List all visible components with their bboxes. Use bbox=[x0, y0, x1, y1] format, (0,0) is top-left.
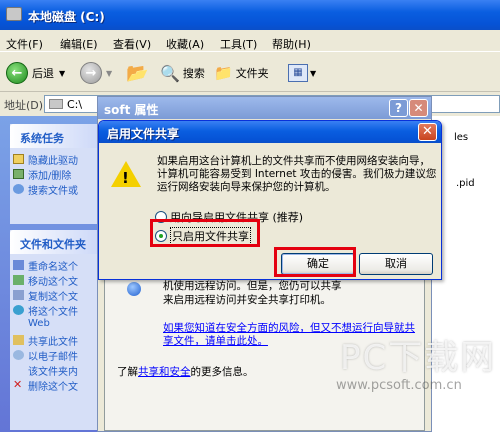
move-icon bbox=[13, 275, 24, 285]
task-label: 复制这个文 bbox=[28, 292, 78, 303]
task-label: 隐藏此驱动 bbox=[28, 156, 78, 167]
dialog-message: 如果启用这台计算机上的文件共享而不使用网络安装向导，计算机可能容易受到 Inte… bbox=[157, 155, 437, 193]
system-tasks-panel: 系统任务 隐藏此驱动 添加/删除 搜索文件或 bbox=[10, 124, 110, 224]
back-arrow-icon: ← bbox=[6, 62, 28, 84]
menu-help[interactable]: 帮助(H) bbox=[272, 36, 311, 52]
file-name-fragment[interactable]: .pid bbox=[456, 178, 475, 189]
file-tasks-panel: 文件和文件夹 重命名这个 移动这个文 复制这个文 将这个文件 Web 共享此文件… bbox=[10, 230, 110, 430]
watermark-brand: PC下载网 bbox=[340, 338, 497, 378]
menu-view[interactable]: 查看(V) bbox=[113, 36, 151, 52]
drive-icon bbox=[49, 99, 63, 109]
task-add-remove[interactable]: 添加/删除 bbox=[10, 167, 110, 182]
dialog-title: 启用文件共享 bbox=[107, 127, 180, 141]
copy-icon bbox=[13, 290, 24, 300]
task-hide-drive[interactable]: 隐藏此驱动 bbox=[10, 152, 110, 167]
task-label: 添加/删除 bbox=[28, 171, 72, 182]
back-label: 后退 bbox=[32, 67, 54, 80]
toolbar: ← 后退 ▼ → ▼ 📂 🔍 搜索 📁 文件夹 ▦ ▼ bbox=[0, 54, 500, 92]
file-tasks-header[interactable]: 文件和文件夹 bbox=[10, 230, 110, 254]
close-button[interactable]: ✕ bbox=[409, 99, 428, 117]
explorer-title-bar[interactable]: 本地磁盘 (C:) bbox=[0, 0, 500, 30]
task-publish-web[interactable]: 将这个文件 bbox=[10, 303, 110, 318]
watermark-url: www.pcsoft.com.cn bbox=[336, 378, 462, 393]
search-icon: 🔍 bbox=[160, 63, 180, 83]
menu-bar: 文件(F) 编辑(E) 查看(V) 收藏(A) 工具(T) 帮助(H) bbox=[0, 32, 500, 52]
menu-file[interactable]: 文件(F) bbox=[6, 36, 43, 52]
task-label: 以电子邮件 bbox=[28, 352, 78, 363]
folders-button[interactable]: 📁 文件夹 bbox=[214, 60, 269, 86]
help-button[interactable]: ? bbox=[389, 99, 408, 117]
globe-icon bbox=[13, 305, 24, 315]
rename-icon bbox=[13, 260, 24, 270]
hide-icon bbox=[13, 154, 24, 164]
file-name-fragment[interactable]: les bbox=[454, 132, 468, 143]
back-button[interactable]: ← 后退 ▼ bbox=[6, 60, 65, 86]
task-delete[interactable]: ✕ 删除这个文 bbox=[10, 378, 110, 393]
properties-title: soft 属性 bbox=[104, 103, 159, 117]
folders-icon: 📁 bbox=[214, 64, 233, 82]
back-dropdown-icon: ▼ bbox=[59, 68, 66, 78]
forward-dropdown-icon: ▼ bbox=[106, 68, 113, 78]
task-label: 重命名这个 bbox=[28, 262, 78, 273]
network-icon bbox=[127, 282, 141, 296]
task-rename[interactable]: 重命名这个 bbox=[10, 258, 110, 273]
drive-icon bbox=[6, 7, 22, 21]
menu-favorites[interactable]: 收藏(A) bbox=[166, 36, 204, 52]
enable-file-sharing-dialog: 启用文件共享 ✕ ! 如果启用这台计算机上的文件共享而不使用网络安装向导，计算机… bbox=[98, 120, 442, 280]
folders-label: 文件夹 bbox=[235, 67, 269, 80]
learn-more-suffix: 的更多信息。 bbox=[190, 366, 254, 378]
task-label: 共享此文件 bbox=[28, 337, 78, 348]
email-icon bbox=[13, 350, 24, 360]
task-email[interactable]: 以电子邮件 bbox=[10, 348, 110, 363]
task-label: 该文件夹内 bbox=[28, 367, 78, 378]
views-icon: ▦ bbox=[288, 64, 308, 82]
menu-tools[interactable]: 工具(T) bbox=[220, 36, 257, 52]
task-search-files[interactable]: 搜索文件或 bbox=[10, 182, 110, 197]
task-label: 将这个文件 bbox=[28, 307, 78, 318]
task-move[interactable]: 移动这个文 bbox=[10, 273, 110, 288]
forward-button[interactable]: → ▼ bbox=[80, 60, 112, 86]
dialog-title-bar[interactable]: 启用文件共享 ✕ bbox=[99, 121, 441, 143]
add-remove-icon bbox=[13, 169, 24, 179]
explorer-title: 本地磁盘 (C:) bbox=[28, 10, 105, 24]
task-share[interactable]: 共享此文件 bbox=[10, 333, 110, 348]
search-label: 搜索 bbox=[182, 67, 205, 80]
share-icon bbox=[13, 335, 24, 345]
up-folder-button[interactable]: 📂 bbox=[126, 60, 148, 86]
views-button[interactable]: ▦ ▼ bbox=[288, 60, 316, 86]
delete-icon: ✕ bbox=[13, 378, 23, 391]
task-label: Web bbox=[28, 318, 50, 329]
task-copy[interactable]: 复制这个文 bbox=[10, 288, 110, 303]
warning-exclamation: ! bbox=[122, 169, 129, 187]
properties-line: 机使用远程访问。但是，您仍可以共享 bbox=[163, 280, 342, 292]
address-value: C:\ bbox=[67, 98, 83, 111]
menu-edit[interactable]: 编辑(E) bbox=[60, 36, 98, 52]
task-email-suffix[interactable]: 该文件夹内 bbox=[10, 363, 110, 378]
sharing-security-link[interactable]: 共享和安全 bbox=[138, 366, 191, 378]
highlight-only-share-option bbox=[150, 219, 260, 247]
views-dropdown-icon: ▼ bbox=[310, 68, 317, 78]
address-label: 地址(D) bbox=[4, 99, 44, 112]
search-icon bbox=[13, 184, 24, 194]
system-tasks-header[interactable]: 系统任务 bbox=[10, 124, 110, 148]
task-label: 移动这个文 bbox=[28, 277, 78, 288]
learn-more-prefix: 了解 bbox=[117, 366, 138, 378]
search-button[interactable]: 🔍 搜索 bbox=[160, 60, 205, 86]
properties-line: 来启用远程访问并安全共享打印机。 bbox=[163, 294, 331, 306]
cancel-button[interactable]: 取消 bbox=[359, 253, 433, 275]
up-folder-icon: 📂 bbox=[126, 62, 149, 84]
task-label: 删除这个文 bbox=[28, 382, 78, 393]
properties-title-bar[interactable]: soft 属性 ? ✕ bbox=[98, 97, 431, 119]
dialog-close-button[interactable]: ✕ bbox=[418, 123, 437, 141]
task-publish-web-suffix[interactable]: Web bbox=[10, 318, 110, 333]
task-label: 搜索文件或 bbox=[28, 186, 78, 197]
learn-more-text: 了解共享和安全的更多信息。 bbox=[117, 364, 254, 379]
forward-arrow-icon: → bbox=[80, 62, 102, 84]
highlight-ok-button bbox=[274, 247, 356, 277]
